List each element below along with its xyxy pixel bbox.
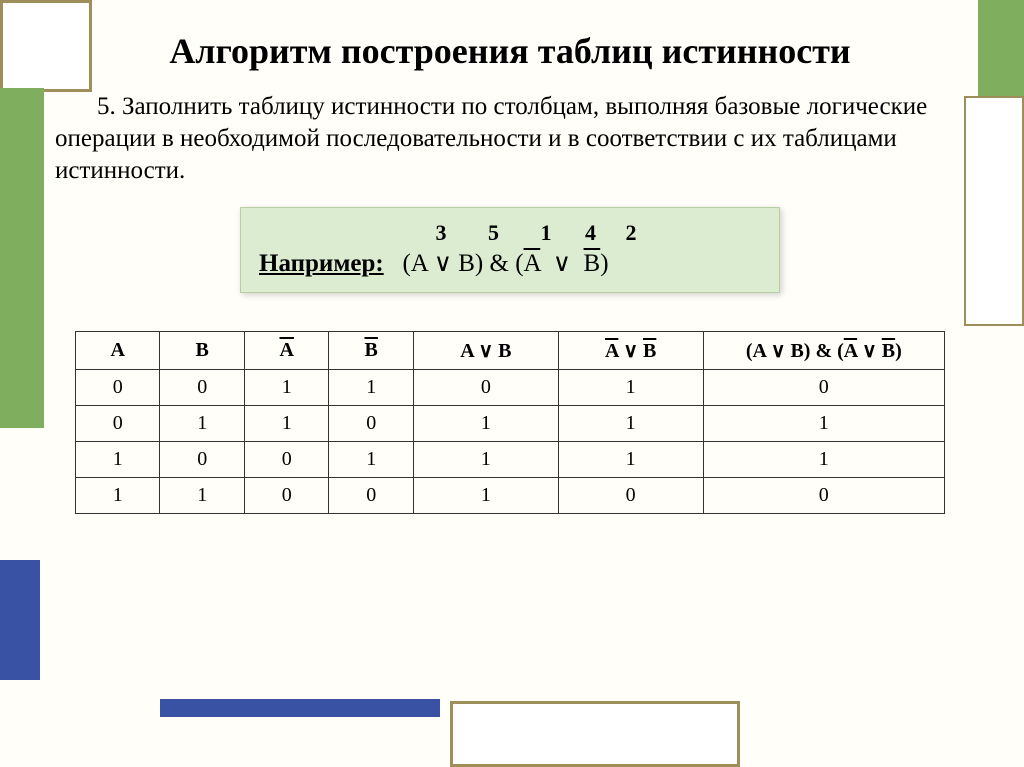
slide-title: Алгоритм построения таблиц истинности	[55, 30, 965, 73]
table-row: 0 1 1 0 1 1 1	[76, 406, 945, 442]
slide-content: Алгоритм построения таблиц истинности 5.…	[55, 30, 965, 514]
step-text: 5. Заполнить таблицу истинности по столб…	[55, 93, 927, 184]
table-body: 0 0 1 1 0 1 0 0 1 1 0 1 1 1 1 0 0 1	[76, 370, 945, 514]
order-5: 5	[467, 220, 521, 246]
expr-AorB: (A ∨ B)	[402, 250, 483, 277]
expr-and: &	[490, 250, 509, 277]
order-2: 2	[615, 220, 647, 246]
example-label: Например:	[259, 250, 384, 277]
th-notAornotB: A ∨ B	[558, 332, 703, 370]
truth-table: A B A B A ∨ B A ∨ B (A ∨ B) & (A ∨ B) 0 …	[75, 331, 945, 514]
example-box: 3 5 1 4 2 Например: (A ∨ B) & (A ∨ B)	[240, 207, 780, 293]
expr-or: ∨	[553, 250, 571, 277]
th-A: A	[76, 332, 160, 370]
table-row: 1 0 0 1 1 1 1	[76, 442, 945, 478]
table-row: 0 0 1 1 0 1 0	[76, 370, 945, 406]
decor-green-bar-left	[0, 88, 44, 428]
decor-blue-bar-bottom	[160, 699, 440, 717]
table-row: 1 1 0 0 1 0 0	[76, 478, 945, 514]
th-result: (A ∨ B) & (A ∨ B)	[703, 332, 944, 370]
step-paragraph: 5. Заполнить таблицу истинности по столб…	[55, 91, 965, 187]
table-header-row: A B A B A ∨ B A ∨ B (A ∨ B) & (A ∨ B)	[76, 332, 945, 370]
expr-open: (	[515, 250, 523, 277]
decor-outline-box-bottom	[450, 701, 740, 767]
decor-outline-box-right	[964, 96, 1024, 326]
th-notA: A	[244, 332, 328, 370]
order-4: 4	[572, 220, 610, 246]
decor-green-bar-right	[978, 0, 1024, 96]
example-expression: Например: (A ∨ B) & (A ∨ B)	[259, 248, 761, 278]
decor-blue-bar-left	[0, 560, 40, 680]
expr-notA: A	[524, 250, 541, 277]
th-notB: B	[329, 332, 413, 370]
th-B: B	[160, 332, 244, 370]
expr-notB: B	[584, 250, 601, 277]
expr-close: )	[600, 250, 608, 277]
order-1: 1	[526, 220, 566, 246]
operation-order-row: 3 5 1 4 2	[259, 220, 761, 246]
th-AorB: A ∨ B	[413, 332, 558, 370]
order-3: 3	[421, 220, 461, 246]
